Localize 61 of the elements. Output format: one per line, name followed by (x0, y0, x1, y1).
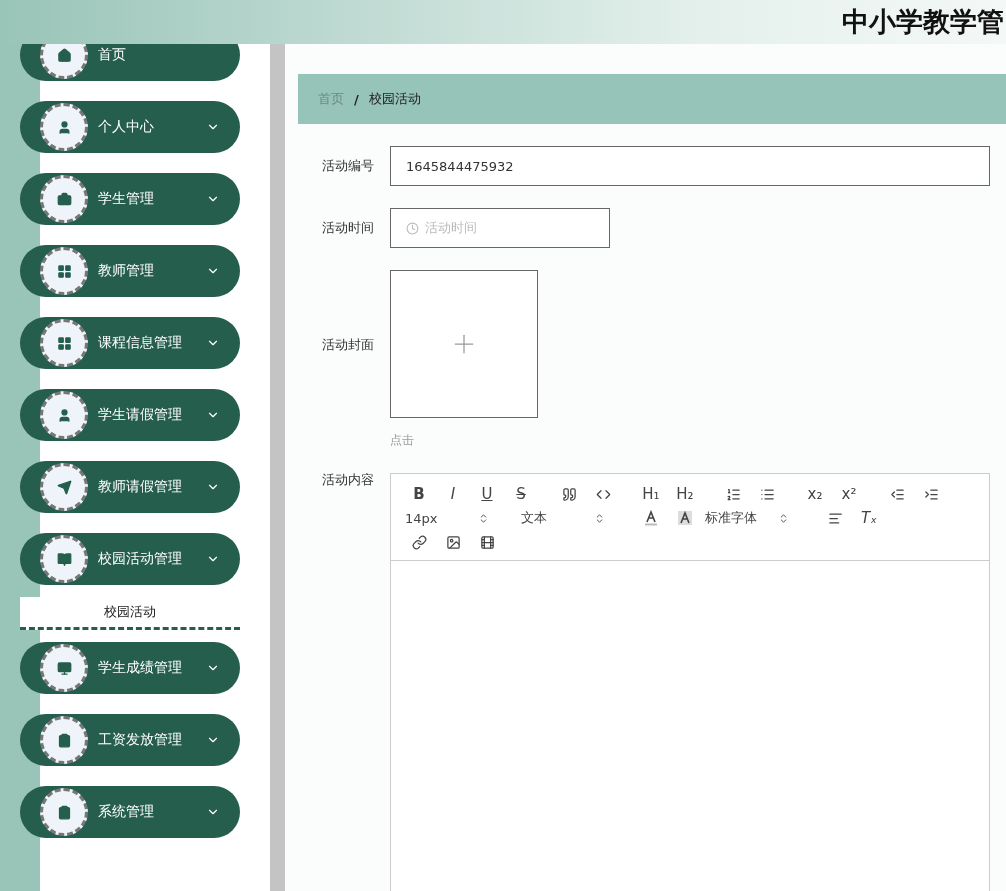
menu-item[interactable]: 学生成绩管理 (20, 642, 240, 694)
menu-item[interactable]: 教师请假管理 (20, 461, 240, 513)
quote-icon (561, 486, 577, 502)
clock-icon (406, 221, 419, 235)
menu-icon (56, 119, 72, 135)
dropdown-icon (778, 512, 789, 524)
menu-item[interactable]: 工资发放管理 (20, 714, 240, 766)
format-picker[interactable]: 标准字体 (705, 508, 803, 528)
menu-item[interactable]: 系统管理 (20, 786, 240, 838)
menu-icon (56, 335, 72, 351)
menu-item[interactable]: 课程信息管理 (20, 317, 240, 369)
menu-icon (56, 732, 72, 748)
format-picker[interactable]: 文本 (521, 508, 619, 528)
menu-icon (56, 263, 72, 279)
format-picker[interactable]: 14px (405, 508, 503, 528)
menu-item[interactable]: 校园活动管理 (20, 533, 240, 585)
menu-icon (56, 191, 72, 207)
format-button[interactable]: x₂ (801, 484, 829, 504)
ordered-list-icon (725, 486, 741, 502)
format-button[interactable]: Tₓ (855, 508, 883, 528)
link-icon (411, 534, 427, 550)
field-label: 活动编号 (322, 157, 375, 175)
image-icon (445, 534, 461, 550)
menu-item[interactable]: 个人中心 (20, 101, 240, 153)
rich-text-editor[interactable]: B I U S H₁ H₂ x₂ x² 14px 文本 标准字体 Tₓ (390, 473, 990, 891)
submenu-item[interactable]: 校园活动 (20, 597, 240, 630)
format-button[interactable]: H₁ (637, 484, 665, 504)
menu-item[interactable]: 学生请假管理 (20, 389, 240, 441)
format-button[interactable]: H₂ (671, 484, 699, 504)
format-button[interactable]: S (507, 484, 535, 504)
format-button[interactable]: x² (835, 484, 863, 504)
menu-icon (56, 660, 72, 676)
menu-icon (56, 47, 72, 63)
field-label: 活动时间 (322, 219, 375, 237)
menu-item[interactable]: 首页 (20, 44, 240, 81)
align-icon (827, 510, 843, 526)
breadcrumb-separator: / (354, 91, 359, 107)
highlight-icon (677, 510, 693, 526)
field-label: 活动内容 (322, 471, 375, 489)
menu-icon (56, 407, 72, 423)
dropdown-icon (594, 512, 605, 524)
outdent-icon (889, 486, 905, 502)
text-color-icon (643, 510, 659, 526)
bullet-list-icon (759, 486, 775, 502)
format-button[interactable]: I (439, 484, 467, 504)
dropdown-icon (478, 512, 489, 524)
app-title: 中小学教学管 (842, 5, 1004, 39)
menu-icon (56, 551, 72, 567)
breadcrumb-link[interactable]: 校园活动 (368, 90, 421, 108)
menu-icon (56, 804, 72, 820)
film-icon (479, 534, 495, 550)
format-button[interactable]: U (473, 484, 501, 504)
indent-icon (923, 486, 939, 502)
upload-area[interactable] (390, 270, 538, 418)
menu-item[interactable]: 教师管理 (20, 245, 240, 297)
format-button[interactable]: B (405, 484, 433, 504)
upload-hint: 点击 (390, 432, 415, 449)
menu-item[interactable]: 学生管理 (20, 173, 240, 225)
input-field[interactable]: 1645844475932 (390, 146, 990, 186)
field-label: 活动封面 (322, 336, 375, 354)
menu-icon (56, 479, 72, 495)
